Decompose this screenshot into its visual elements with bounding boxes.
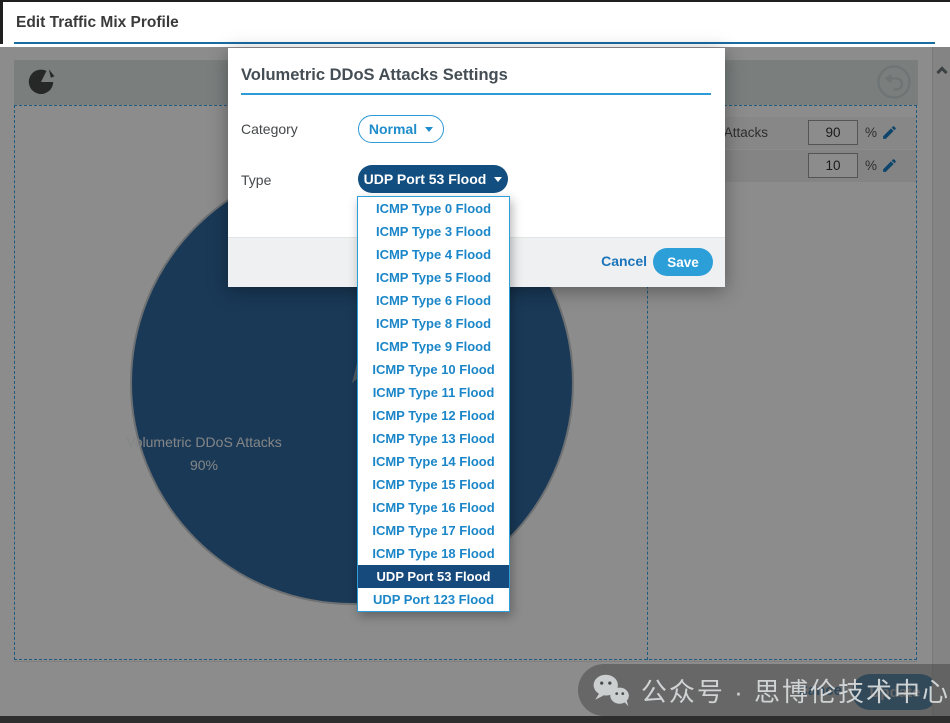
category-select[interactable]: Normal [358, 115, 444, 143]
app-window: Edit Traffic Mix Profile Volumetric DDoS… [0, 0, 950, 723]
modal-save-button[interactable]: Save [653, 248, 713, 276]
watermark-text: 公众号 · 思博伦技术中心 [641, 672, 950, 709]
window-left-edge [0, 0, 3, 44]
title-divider [14, 42, 935, 44]
dropdown-option[interactable]: UDP Port 53 Flood [358, 565, 509, 588]
dropdown-option[interactable]: ICMP Type 3 Flood [358, 220, 509, 243]
dropdown-option[interactable]: UDP Port 123 Flood [358, 588, 509, 611]
type-label: Type [241, 172, 271, 188]
page-title: Edit Traffic Mix Profile [16, 14, 179, 32]
dropdown-option[interactable]: ICMP Type 9 Flood [358, 335, 509, 358]
type-dropdown[interactable]: ICMP Type 0 FloodICMP Type 3 FloodICMP T… [357, 196, 510, 612]
dropdown-option[interactable]: ICMP Type 13 Flood [358, 427, 509, 450]
dropdown-option[interactable]: ICMP Type 11 Flood [358, 381, 509, 404]
chevron-down-icon [425, 127, 433, 132]
dropdown-option[interactable]: ICMP Type 18 Flood [358, 542, 509, 565]
dropdown-option[interactable]: ICMP Type 16 Flood [358, 496, 509, 519]
type-select[interactable]: UDP Port 53 Flood [358, 165, 508, 193]
category-label: Category [241, 121, 298, 137]
category-value: Normal [369, 121, 417, 137]
modal-title: Volumetric DDoS Attacks Settings [241, 66, 508, 85]
dropdown-option[interactable]: ICMP Type 15 Flood [358, 473, 509, 496]
watermark: 公众号 · 思博伦技术中心 [578, 664, 950, 716]
dropdown-option[interactable]: ICMP Type 10 Flood [358, 358, 509, 381]
chevron-down-icon [494, 177, 502, 182]
dropdown-option[interactable]: ICMP Type 12 Flood [358, 404, 509, 427]
dropdown-option[interactable]: ICMP Type 17 Flood [358, 519, 509, 542]
window-top-edge [0, 0, 950, 2]
dropdown-option[interactable]: ICMP Type 8 Flood [358, 312, 509, 335]
dropdown-option[interactable]: ICMP Type 4 Flood [358, 243, 509, 266]
dropdown-option[interactable]: ICMP Type 14 Flood [358, 450, 509, 473]
modal-cancel-button[interactable]: Cancel [601, 253, 647, 269]
dropdown-option[interactable]: ICMP Type 0 Flood [358, 197, 509, 220]
dropdown-option[interactable]: ICMP Type 5 Flood [358, 266, 509, 289]
modal-title-divider [241, 93, 711, 95]
wechat-icon [592, 670, 631, 710]
type-value: UDP Port 53 Flood [364, 171, 487, 187]
dropdown-option[interactable]: ICMP Type 6 Flood [358, 289, 509, 312]
